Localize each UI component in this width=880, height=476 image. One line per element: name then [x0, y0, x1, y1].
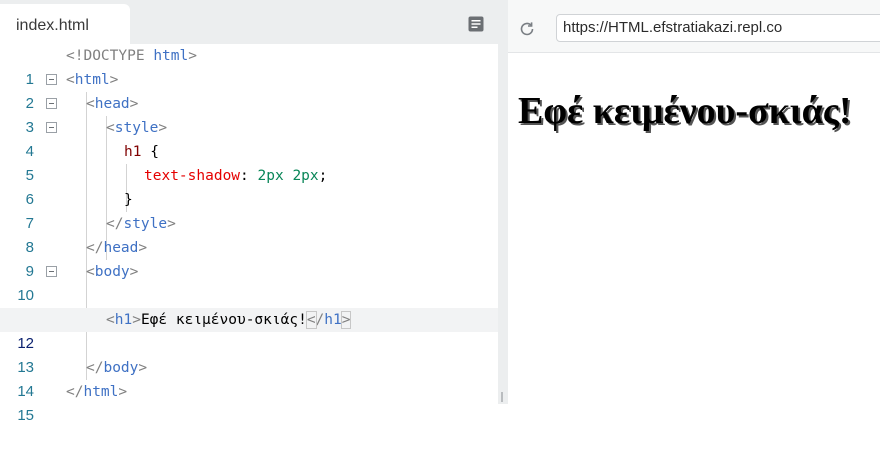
code-token: 2px	[292, 168, 319, 184]
url-input[interactable]: https://HTML.efstratiakazi.repl.co	[556, 14, 880, 42]
code-token: DOCTYPE	[83, 48, 145, 64]
code-area[interactable]: 1 <!DOCTYPE html> 2 <html> 3 <head> 4 <s…	[0, 44, 498, 424]
code-line: 5 h1 {	[0, 140, 498, 184]
code-line: 2 <html>	[0, 68, 498, 112]
code-token: head	[94, 96, 130, 112]
code-editor[interactable]: index.html 1 <!DOCTYPE html> 2 <html> 3	[0, 0, 498, 424]
fold-toggle-icon[interactable]	[46, 74, 57, 85]
line-number: 15	[17, 407, 34, 424]
code-token: html	[74, 72, 110, 88]
code-token: h1	[324, 312, 342, 328]
code-line: 6 text-shadow: 2px 2px;	[0, 164, 498, 208]
code-token: h1	[114, 312, 133, 328]
code-line: 11	[0, 284, 498, 328]
preview-viewport: Εφέ κειμένου-σκιάς!	[508, 53, 880, 404]
code-token: html	[153, 48, 189, 64]
code-token: {	[150, 144, 159, 160]
preview-heading: Εφέ κειμένου-σκιάς!	[518, 90, 852, 132]
code-token: }	[124, 192, 133, 208]
resize-grip-icon[interactable]	[501, 392, 503, 402]
fold-toggle-icon[interactable]	[46, 122, 57, 133]
code-token: body	[103, 360, 139, 376]
code-line: 1 <!DOCTYPE html>	[0, 44, 498, 88]
code-line: 10 <body>	[0, 260, 498, 304]
reload-icon[interactable]	[518, 20, 536, 38]
code-token: >	[188, 48, 197, 64]
fold-toggle-icon[interactable]	[46, 266, 57, 277]
code-line: 4 <style>	[0, 116, 498, 160]
editor-tab-bar: index.html	[0, 0, 498, 44]
code-line-active: 12 <h1>Εφέ κειμένου-σκιάς!</h1>	[0, 308, 498, 352]
pane-divider[interactable]	[498, 0, 508, 404]
code-line: 14 </body>	[0, 356, 498, 400]
notes-icon[interactable]	[468, 16, 484, 32]
code-line: 9 </head>	[0, 236, 498, 280]
code-line: 7 }	[0, 188, 498, 232]
code-token: ;	[318, 168, 328, 184]
code-line: 8 </style>	[0, 212, 498, 256]
browser-preview-pane: https://HTML.efstratiakazi.repl.co Εφέ κ…	[508, 0, 880, 404]
code-token: Εφέ κειμένου-σκιάς!	[140, 312, 307, 328]
code-token: h1	[124, 144, 142, 160]
code-token: :	[240, 168, 249, 184]
code-token: style	[123, 216, 168, 232]
code-line: 13	[0, 332, 498, 376]
code-token: text-shadow	[144, 168, 241, 184]
code-token: html	[83, 384, 119, 400]
tab-index-html[interactable]: index.html	[0, 4, 130, 44]
code-token: body	[94, 264, 130, 280]
code-token: head	[103, 240, 139, 256]
browser-url-bar: https://HTML.efstratiakazi.repl.co	[508, 0, 880, 53]
code-line: 3 <head>	[0, 92, 498, 136]
code-token: style	[114, 120, 159, 136]
code-line: 15 </html>	[0, 380, 498, 424]
fold-toggle-icon[interactable]	[46, 98, 57, 109]
code-token: <!	[66, 48, 84, 64]
code-token: 2px	[257, 168, 284, 184]
tab-label: index.html	[16, 17, 89, 34]
